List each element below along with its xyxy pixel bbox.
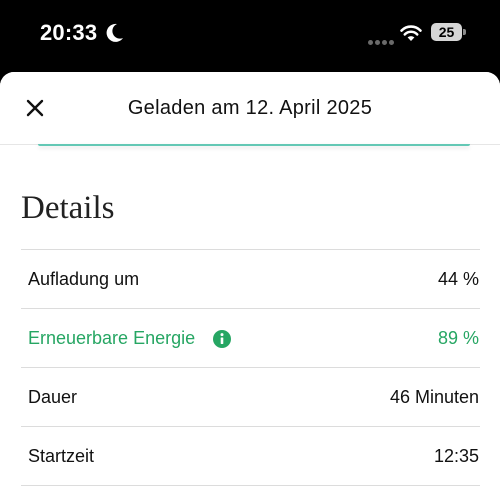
charge-detail-sheet: Geladen am 12. April 2025 Details Auflad… [0,72,500,497]
info-icon[interactable] [212,329,232,349]
moon-icon [106,23,123,42]
details-heading: Details [21,190,115,226]
charge-summary-card-edge [38,144,470,146]
detail-label: Erneuerbare Energie [28,328,196,348]
sheet-title: Geladen am 12. April 2025 [127,97,373,119]
detail-row-renewable-energy: Erneuerbare Energie 89 % [21,309,480,368]
status-bar: 20:33 25 [0,0,500,72]
detail-row-duration: Dauer 46 Minuten [21,368,480,427]
detail-value: 12:35 [433,446,479,466]
detail-row-charge-level: Aufladung um 44 % [21,250,480,309]
signal-dots-icon [368,32,396,50]
detail-label: Dauer [28,387,78,407]
battery-cap [463,29,466,35]
detail-value: 44 % [437,269,479,289]
detail-value: 46 Minuten [389,387,479,407]
battery-level: 25 [438,24,455,40]
status-time: 20:33 [40,20,98,45]
detail-label: Aufladung um [28,269,140,289]
sheet-header: Geladen am 12. April 2025 [0,72,500,145]
detail-label: Startzeit [28,446,95,466]
detail-row-start-time: Startzeit 12:35 [21,427,480,486]
battery-icon: 25 [431,23,462,41]
wifi-icon [400,25,422,41]
detail-value: 89 % [437,328,479,348]
details-list: Aufladung um 44 % Erneuerbare Energie 89… [21,249,480,486]
